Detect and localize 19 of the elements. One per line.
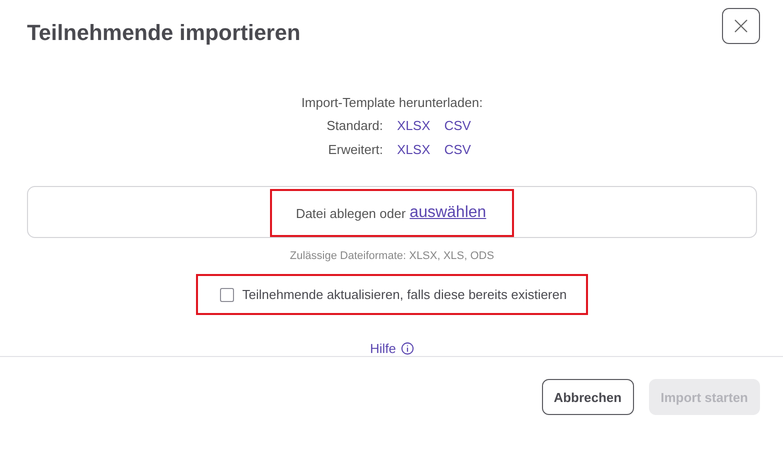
cancel-button[interactable]: Abbrechen [542, 379, 634, 415]
template-label: Standard: [326, 118, 383, 133]
template-label: Erweitert: [327, 142, 383, 157]
close-icon [734, 19, 748, 33]
download-link[interactable]: CSV [444, 118, 471, 133]
dropzone-prompt: Datei ablegen oder [296, 206, 406, 220]
download-link[interactable]: XLSX [397, 118, 430, 133]
checkbox[interactable] [220, 288, 234, 302]
close-button[interactable] [722, 8, 760, 44]
select-file-link[interactable]: auswählen [410, 204, 486, 222]
download-link[interactable]: CSV [444, 142, 471, 157]
formats-hint: Zulässige Dateiformate: XLSX, XLS, ODS [290, 250, 494, 262]
help-link[interactable]: Hilfe [370, 341, 396, 356]
download-link[interactable]: XLSX [397, 142, 430, 157]
file-dropzone[interactable]: Datei ablegen oder auswählen [27, 186, 757, 238]
dialog-title: Teilnehmende importieren [27, 20, 300, 46]
template-heading: Import-Template herunterladen: [301, 95, 483, 110]
checkbox-label: Teilnehmende aktualisieren, falls diese bereits existieren [242, 287, 567, 302]
info-icon [401, 342, 414, 355]
